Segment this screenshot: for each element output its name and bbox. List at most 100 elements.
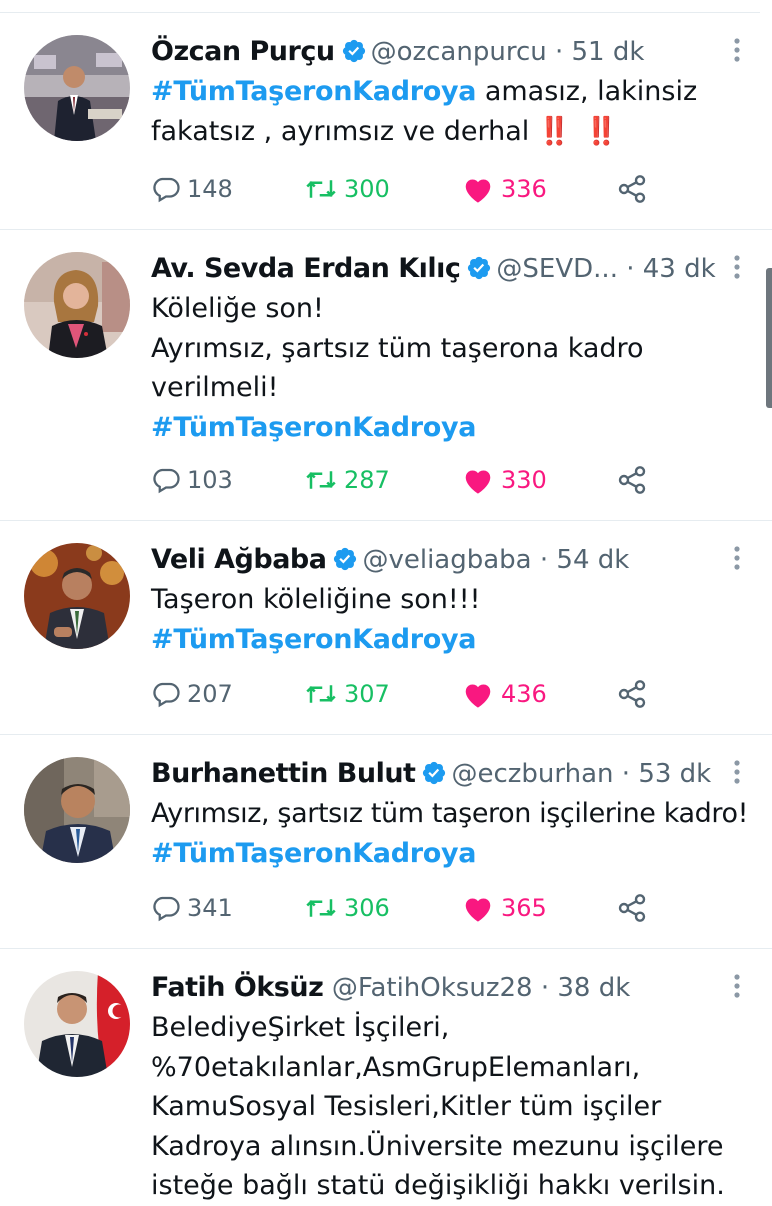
retweet-icon [306, 180, 336, 198]
tweet-actions: 341 306 365 [151, 888, 744, 928]
retweet-count: 287 [344, 466, 390, 494]
tweet-time[interactable]: 38 dk [557, 973, 630, 1003]
author-name[interactable]: Av. Sevda Erdan Kılıç [151, 253, 461, 284]
tweet-text: Köleliğe son! Ayrımsız, şartsız tüm taşe… [151, 289, 744, 447]
verified-badge-icon [468, 256, 491, 280]
reply-button[interactable]: 148 [151, 169, 233, 209]
author-handle[interactable]: @FatihOksuz28 [332, 973, 533, 1003]
tweet-card[interactable]: Burhanettin Bulut @eczburhan · 53 dk Ayrı… [0, 735, 772, 949]
retweet-count: 307 [344, 680, 390, 708]
tweet-line: Ayrımsız, şartsız tüm taşerona kadro ver… [151, 332, 644, 404]
tweet-line: Köleliğe son! [151, 293, 324, 324]
author-name[interactable]: Fatih Öksüz [151, 972, 324, 1003]
like-button[interactable]: 365 [461, 888, 547, 928]
share-button[interactable] [616, 460, 654, 500]
tweet-actions: 207 307 436 [151, 674, 744, 714]
author-handle[interactable]: @ozcanpurcu [371, 37, 547, 67]
tweet-text: BelediyeŞirket İşçileri, %70etakılanlar,… [151, 1008, 744, 1206]
retweet-button[interactable]: 306 [304, 888, 390, 928]
reply-icon [153, 896, 180, 922]
more-options-icon[interactable] [730, 252, 744, 282]
hashtag-link[interactable]: #TümTaşeronKadroya [151, 408, 744, 448]
like-button[interactable]: 436 [461, 674, 547, 714]
share-button[interactable] [616, 169, 654, 209]
reply-button[interactable]: 341 [151, 888, 233, 928]
retweet-icon [306, 685, 336, 703]
reply-count: 103 [187, 466, 233, 494]
more-options-icon[interactable] [730, 35, 744, 65]
like-button[interactable]: 330 [461, 460, 547, 500]
like-count: 365 [501, 894, 547, 922]
tweet-text: Ayrımsız, şartsız tüm taşeron işçilerine… [151, 794, 748, 874]
author-name[interactable]: Burhanettin Bulut [151, 758, 416, 789]
tweet-card[interactable]: Özcan Purçu @ozcanpurcu · 51 dk #TümTaşer… [0, 13, 772, 230]
hashtag-link[interactable]: #TümTaşeronKadroya [151, 620, 744, 660]
tweet-line: Kadroya alınsın.Üniversite mezunu işçile… [151, 1130, 724, 1162]
tweet-actions: 103 287 330 [151, 460, 744, 500]
avatar[interactable] [24, 757, 130, 863]
reply-button[interactable]: 103 [151, 460, 233, 500]
author-handle[interactable]: @eczburhan [451, 759, 613, 789]
verified-badge-icon [423, 761, 446, 785]
retweet-icon [306, 471, 336, 489]
avatar[interactable] [24, 543, 130, 649]
tweet-line: Ayrımsız, şartsız tüm taşeron işçilerine… [151, 798, 748, 829]
like-count: 330 [501, 466, 547, 494]
author-name[interactable]: Özcan Purçu [151, 36, 335, 67]
retweet-button[interactable]: 287 [304, 460, 390, 500]
tweet-card[interactable]: Av. Sevda Erdan Kılıç @SEVD... · 43 dk Kö… [0, 230, 772, 521]
tweet-header: Av. Sevda Erdan Kılıç @SEVD... · 43 dk [151, 253, 716, 284]
author-handle[interactable]: @SEVD... [496, 254, 618, 284]
retweet-count: 306 [344, 894, 390, 922]
avatar[interactable] [24, 971, 130, 1077]
avatar[interactable] [24, 252, 130, 358]
retweet-button[interactable]: 300 [304, 169, 390, 209]
reply-icon [153, 682, 180, 708]
retweet-icon [306, 899, 336, 917]
avatar[interactable] [24, 35, 130, 141]
reply-icon [153, 177, 180, 203]
more-options-icon[interactable] [730, 543, 744, 573]
tweet-header: Burhanettin Bulut @eczburhan · 53 dk [151, 758, 712, 789]
double-exclamation-emoji: ‼️ ‼️ [537, 115, 621, 147]
retweet-count: 300 [344, 175, 390, 203]
reply-count: 207 [187, 680, 233, 708]
heart-icon [465, 470, 491, 494]
tweet-actions: 148 300 336 [151, 169, 744, 209]
heart-icon [465, 179, 491, 203]
tweet-header: Fatih Öksüz @FatihOksuz28 · 38 dk [151, 972, 631, 1003]
reply-count: 341 [187, 894, 233, 922]
hashtag-link[interactable]: #TümTaşeronKadroya [151, 76, 477, 107]
tweet-text: #TümTaşeronKadroya amasız, lakinsiz faka… [151, 72, 744, 151]
verified-badge-icon [342, 39, 365, 63]
tweet-card[interactable]: Veli Ağbaba @veliagbaba · 54 dk Taşeron k… [0, 521, 772, 735]
tweet-line: KamuSosyal Tesisleri,Kitler tüm işçiler [151, 1091, 662, 1122]
tweet-line: BelediyeŞirket İşçileri, [151, 1012, 450, 1043]
tweet-header: Özcan Purçu @ozcanpurcu · 51 dk [151, 36, 645, 67]
like-count: 336 [501, 175, 547, 203]
share-icon [618, 175, 646, 203]
author-handle[interactable]: @veliagbaba [362, 545, 531, 575]
tweet-time[interactable]: 43 dk [643, 254, 716, 284]
tweet-time[interactable]: 51 dk [572, 37, 645, 67]
reply-icon [153, 468, 180, 494]
verified-badge-icon [334, 547, 357, 571]
share-button[interactable] [616, 888, 654, 928]
tweet-card[interactable]: Fatih Öksüz @FatihOksuz28 · 38 dk Beledi… [0, 949, 772, 1201]
author-name[interactable]: Veli Ağbaba [151, 544, 327, 575]
tweet-text: Taşeron köleliğine son!!! #TümTaşeronKad… [151, 580, 744, 659]
tweet-time[interactable]: 53 dk [638, 759, 711, 789]
heart-icon [465, 898, 491, 922]
hashtag-link[interactable]: #TümTaşeronKadroya [151, 834, 744, 874]
tweet-time[interactable]: 54 dk [556, 545, 629, 575]
heart-icon [465, 684, 491, 708]
share-icon [618, 894, 646, 922]
reply-button[interactable]: 207 [151, 674, 233, 714]
retweet-button[interactable]: 307 [304, 674, 390, 714]
share-icon [618, 680, 646, 708]
more-options-icon[interactable] [730, 757, 744, 787]
share-button[interactable] [616, 674, 654, 714]
like-button[interactable]: 336 [461, 169, 547, 209]
tweet-line: %70etakılanlar,AsmGrupElemanları, [151, 1051, 641, 1083]
more-options-icon[interactable] [730, 971, 744, 1001]
